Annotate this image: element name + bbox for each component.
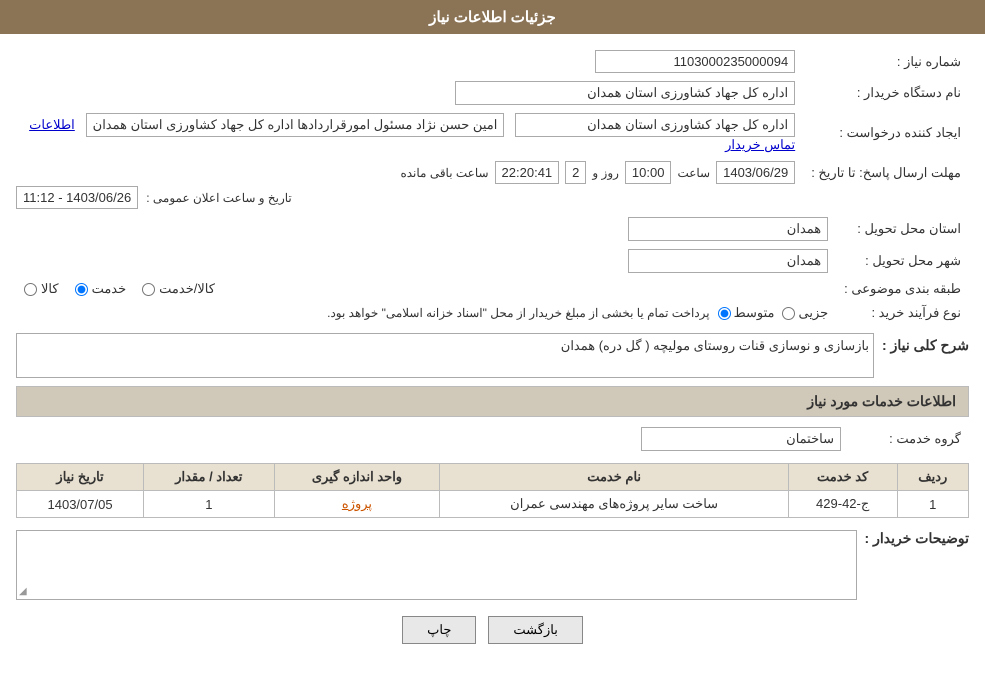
service-group-value: ساختمان [641, 427, 841, 451]
table-cell: 1 [144, 491, 274, 518]
buyer-org-value: اداره کل جهاد کشاورزی استان همدان [455, 81, 795, 105]
send-time-label: ساعت [677, 166, 710, 180]
city-value: همدان [628, 249, 828, 273]
need-number-value: 1103000235000094 [595, 50, 795, 73]
category-goods-service-label: کالا/خدمت [159, 281, 215, 297]
send-date-label: مهلت ارسال پاسخ: تا تاریخ : [803, 157, 969, 188]
description-value: بازسازی و نوسازی قنات روستای مولیچه ( گل… [16, 333, 874, 378]
send-day-value: 2 [565, 161, 586, 184]
creator-value: اداره کل جهاد کشاورزی استان همدان [515, 113, 795, 137]
category-goods-radio[interactable] [24, 283, 37, 296]
buyer-notes-label: توضیحات خریدار : [865, 526, 969, 547]
services-table: ردیفکد خدمتنام خدمتواحد اندازه گیریتعداد… [16, 463, 969, 518]
process-retail-label: جزیی [798, 305, 828, 321]
process-note: پرداخت تمام یا بخشی از مبلغ خریدار از مح… [327, 306, 710, 320]
process-medium-radio[interactable] [718, 307, 731, 320]
process-medium-label: متوسط [734, 305, 775, 321]
process-label: نوع فرآیند خرید : [836, 301, 969, 325]
services-col-header: واحد اندازه گیری [274, 464, 440, 491]
services-col-header: تعداد / مقدار [144, 464, 274, 491]
table-row: 1ج-42-429ساخت سایر پروژه‌های مهندسی عمرا… [17, 491, 969, 518]
services-section-header: اطلاعات خدمات مورد نیاز [16, 386, 969, 417]
category-service-radio[interactable] [75, 283, 88, 296]
province-value: همدان [628, 217, 828, 241]
remaining-label: ساعت باقی مانده [400, 166, 488, 180]
table-cell: ساخت سایر پروژه‌های مهندسی عمران [440, 491, 788, 518]
announce-label: تاریخ و ساعت اعلان عمومی : [146, 191, 292, 205]
table-cell: 1403/07/05 [17, 491, 144, 518]
city-label: شهر محل تحویل : [836, 245, 969, 277]
description-section-label: شرح کلی نیاز : [882, 333, 969, 354]
print-button[interactable]: چاپ [402, 616, 476, 644]
responsible-value: امین حسن نژاد مسئول امورقراردادها اداره … [86, 113, 505, 137]
table-cell: ج-42-429 [788, 491, 897, 518]
table-cell: 1 [897, 491, 968, 518]
category-goods-service-radio[interactable] [142, 283, 155, 296]
services-col-header: کد خدمت [788, 464, 897, 491]
services-col-header: تاریخ نیاز [17, 464, 144, 491]
creator-label: ایجاد کننده درخواست : [803, 109, 969, 157]
category-goods-label: کالا [41, 281, 59, 297]
buyer-notes-box: ◢ [16, 530, 857, 600]
services-col-header: ردیف [897, 464, 968, 491]
buttons-row: بازگشت چاپ [16, 616, 969, 644]
buyer-org-label: نام دستگاه خریدار : [803, 77, 969, 109]
announce-value: 1403/06/26 - 11:12 [16, 186, 138, 209]
remaining-value: 22:20:41 [495, 161, 560, 184]
table-cell: پروژه [274, 491, 440, 518]
need-number-label: شماره نیاز : [803, 46, 969, 77]
send-date-value: 1403/06/29 [716, 161, 795, 184]
category-label: طبقه بندی موضوعی : [836, 277, 969, 301]
send-time-value: 10:00 [625, 161, 672, 184]
service-group-label: گروه خدمت : [849, 423, 969, 455]
services-col-header: نام خدمت [440, 464, 788, 491]
process-retail-radio[interactable] [782, 307, 795, 320]
province-label: استان محل تحویل : [836, 213, 969, 245]
send-day-label: روز و [592, 166, 619, 180]
category-service-label: خدمت [92, 281, 127, 297]
page-header: جزئیات اطلاعات نیاز [0, 0, 985, 34]
back-button[interactable]: بازگشت [488, 616, 582, 644]
